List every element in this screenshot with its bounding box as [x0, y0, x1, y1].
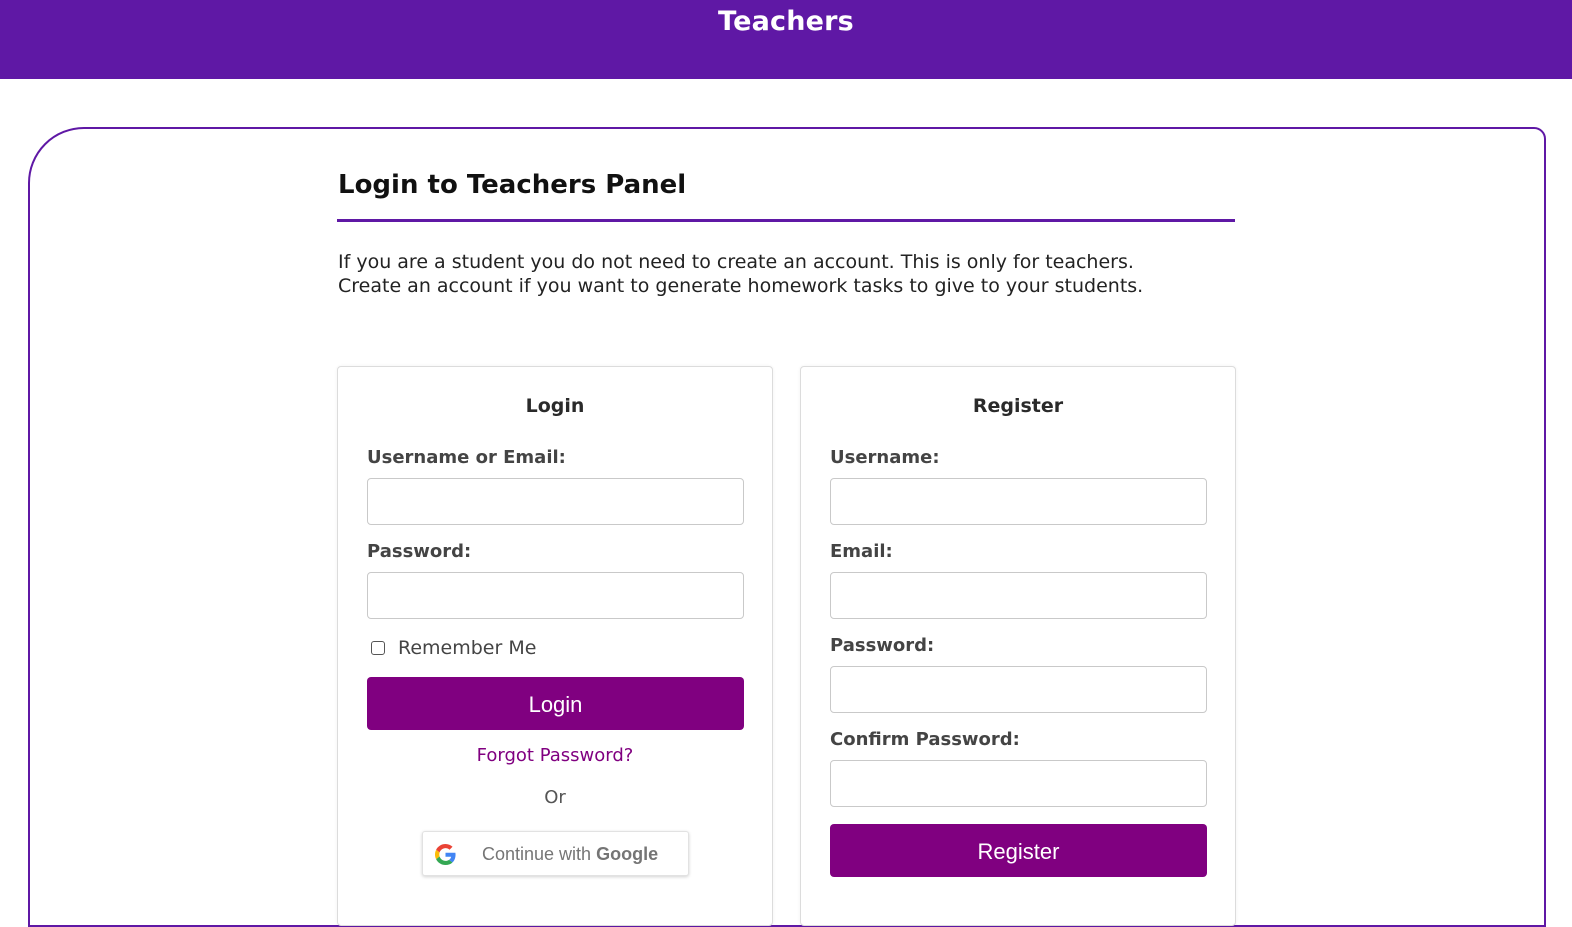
google-button-label: Continue with Google — [482, 844, 658, 865]
register-password-label: Password: — [830, 635, 935, 656]
login-password-input[interactable] — [367, 572, 744, 619]
forgot-password-link[interactable]: Forgot Password? — [338, 745, 772, 766]
title-divider — [337, 219, 1235, 222]
login-card: Login Username or Email: Password: Remem… — [337, 366, 773, 926]
google-prefix-text: Continue with — [482, 844, 592, 864]
site-header: Teachers — [0, 0, 1572, 79]
register-email-label: Email: — [830, 541, 893, 562]
confirm-password-input[interactable] — [830, 760, 1207, 807]
login-heading: Login — [525, 395, 585, 417]
continue-with-google-button[interactable]: Continue with Google — [422, 831, 689, 876]
intro-line-2: Create an account if you want to generat… — [338, 275, 1144, 297]
login-button[interactable]: Login — [367, 677, 744, 730]
main-panel-card — [28, 127, 1546, 927]
username-or-email-label: Username or Email: — [367, 447, 566, 468]
register-password-input[interactable] — [830, 666, 1207, 713]
remember-me-checkbox[interactable] — [371, 641, 385, 655]
login-password-label: Password: — [367, 541, 472, 562]
intro-line-1: If you are a student you do not need to … — [338, 251, 1134, 273]
register-button[interactable]: Register — [830, 824, 1207, 877]
register-card: Register Username: Email: Password: Conf… — [800, 366, 1236, 926]
google-g-icon — [435, 844, 456, 865]
google-brand-text: Google — [596, 844, 659, 864]
intro-text: If you are a student you do not need to … — [338, 250, 1238, 298]
register-username-input[interactable] — [830, 478, 1207, 525]
register-heading: Register — [972, 395, 1064, 417]
username-or-email-input[interactable] — [367, 478, 744, 525]
page-title: Login to Teachers Panel — [338, 170, 687, 200]
remember-me-label[interactable]: Remember Me — [398, 637, 536, 659]
confirm-password-label: Confirm Password: — [830, 729, 1020, 750]
register-username-label: Username: — [830, 447, 940, 468]
register-email-input[interactable] — [830, 572, 1207, 619]
or-separator: Or — [544, 787, 566, 808]
site-title: Teachers — [718, 6, 854, 37]
remember-me-row[interactable]: Remember Me — [371, 637, 536, 659]
